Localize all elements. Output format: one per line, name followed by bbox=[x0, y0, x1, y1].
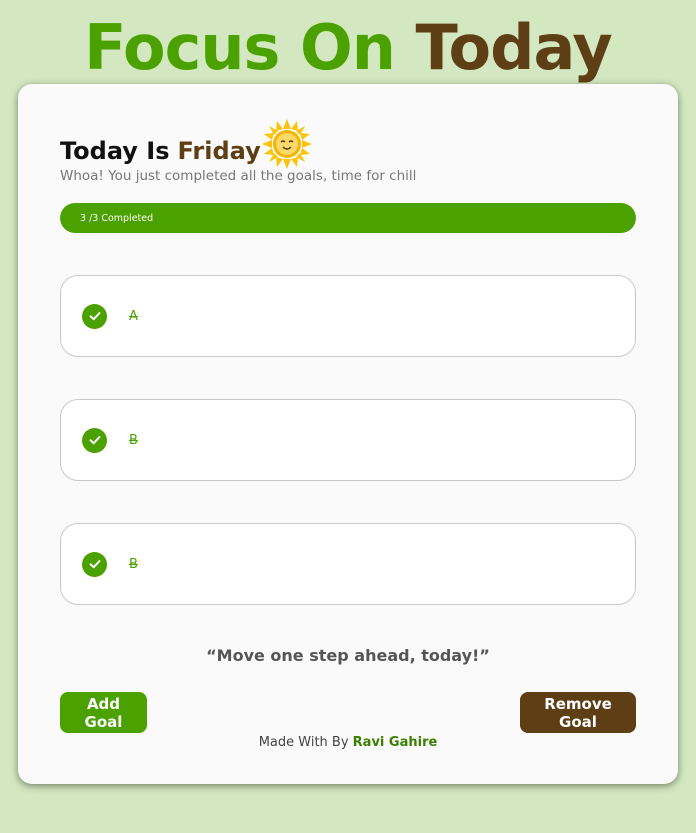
app-title-part2: Today bbox=[415, 11, 612, 84]
goal-item[interactable]: B bbox=[60, 523, 636, 605]
progress-label: 3 /3 Completed bbox=[80, 212, 154, 224]
remove-goal-button[interactable]: Remove Goal bbox=[520, 692, 636, 733]
footer-prefix: Made With By bbox=[258, 735, 349, 750]
author-link[interactable]: Ravi Gahire bbox=[353, 735, 438, 750]
motivational-quote: “Move one step ahead, today!” bbox=[206, 646, 490, 665]
progress-fill: 3 /3 Completed bbox=[60, 203, 636, 233]
status-message: Whoa! You just completed all the goals, … bbox=[60, 168, 417, 184]
goal-text[interactable]: B bbox=[129, 433, 138, 448]
day-heading-prefix: Today Is bbox=[60, 136, 170, 165]
footer-credit: Made With By Ravi Gahire bbox=[18, 735, 678, 750]
check-icon[interactable] bbox=[82, 303, 107, 329]
goal-item[interactable]: A bbox=[60, 275, 636, 357]
goals-card: Today Is Friday Whoa! You just completed… bbox=[18, 84, 678, 784]
goal-item[interactable]: B bbox=[60, 399, 636, 481]
goal-text[interactable]: B bbox=[129, 557, 138, 572]
progress-bar: 3 /3 Completed bbox=[60, 203, 636, 233]
check-icon[interactable] bbox=[82, 427, 107, 453]
app-title-part1: Focus On bbox=[84, 11, 396, 84]
app-title: Focus On Today bbox=[0, 12, 696, 84]
day-name: Friday bbox=[177, 136, 261, 165]
add-goal-button[interactable]: Add Goal bbox=[60, 692, 147, 733]
goal-text[interactable]: A bbox=[129, 309, 138, 324]
check-icon[interactable] bbox=[82, 551, 107, 577]
